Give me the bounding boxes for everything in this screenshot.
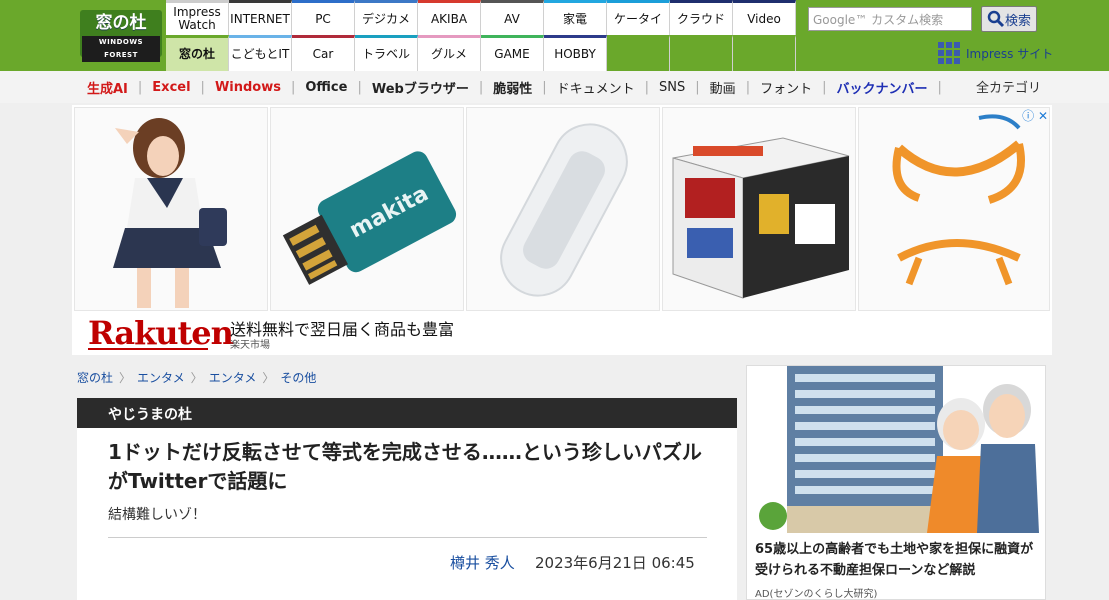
rakuten-logo[interactable]: Rakuten (88, 314, 234, 352)
nav-tab[interactable]: グルメ (418, 35, 481, 71)
category-separator: | (822, 79, 827, 95)
category-separator: | (478, 79, 484, 95)
nav-tab[interactable]: Video (733, 0, 796, 35)
category-link[interactable]: Excel (152, 80, 190, 95)
all-categories-link[interactable]: 全カテゴリ (976, 77, 1041, 96)
category-link[interactable]: ドキュメント (557, 78, 635, 97)
nav-tab[interactable]: 家電 (544, 0, 607, 35)
breadcrumb-item[interactable]: 窓の杜 (77, 369, 113, 386)
ad-product-orange-harness[interactable] (858, 107, 1050, 311)
category-separator: | (644, 79, 650, 95)
nav-tab-active[interactable]: 窓の杜 (166, 35, 229, 71)
category-separator: | (937, 79, 942, 95)
impress-sites-link[interactable]: Impress サイト (938, 42, 1053, 64)
sidebar-ad[interactable]: 65歳以上の高齢者でも土地や家を担保に融資が受けられる不動産担保ローンなど解説 … (746, 365, 1046, 600)
nav-tab[interactable]: Impress Watch (166, 0, 229, 35)
category-link[interactable]: Windows (215, 80, 281, 95)
category-separator: | (745, 79, 751, 95)
series-banner[interactable]: やじうまの杜 (77, 398, 737, 428)
nav-tab[interactable]: こどもとIT (229, 35, 292, 71)
nav-tab[interactable]: ケータイ (607, 0, 670, 35)
top-header: 窓の杜 WINDOWS FOREST Impress Watch INTERNET… (0, 0, 1109, 71)
chevron-right-icon: 〉 (262, 371, 275, 385)
sidebar-ad-image[interactable] (755, 366, 1039, 533)
search-input[interactable]: Google™ カスタム検索 (808, 7, 972, 31)
category-link[interactable]: Webブラウザー (372, 78, 469, 97)
rakuten-logo-underline (88, 348, 208, 350)
nav-tab[interactable]: トラベル (355, 35, 418, 71)
category-link[interactable]: 生成AI (87, 78, 128, 97)
site-nav-tabs: Impress Watch INTERNET PC デジカメ AKIBA AV 家電 ケータイ… (166, 0, 796, 71)
nav-tab[interactable]: INTERNET (229, 0, 292, 35)
ad-product-clear-sleeve[interactable] (466, 107, 660, 311)
nav-tab-empty (733, 35, 796, 71)
logo-sub-text: WINDOWS FOREST (82, 36, 160, 62)
category-separator: | (695, 79, 700, 95)
nav-tab-empty (607, 35, 670, 71)
nav-tab[interactable]: AKIBA (418, 0, 481, 35)
impress-sites-label: Impress サイト (966, 46, 1054, 61)
category-link[interactable]: 脆弱性 (493, 78, 532, 97)
category-link[interactable]: 動画 (710, 78, 736, 97)
ad-product-famicom-box[interactable] (662, 107, 856, 311)
nav-tab[interactable]: PC (292, 0, 355, 35)
nav-tab[interactable]: デジカメ (355, 0, 418, 35)
ad-product-usb-adapter[interactable]: makita (270, 107, 464, 311)
category-link[interactable]: SNS (659, 80, 685, 95)
article-subtitle: 結構難しいゾ！ (108, 507, 206, 523)
article-header: やじうまの杜 1ドットだけ反転させて等式を完成させる……という珍しいパズルがTw… (77, 398, 737, 600)
rakuten-ad-banner[interactable]: makita ⓘ ✕ Rakuten 送料無料で翌日届く商品も豊富 楽天市場 (72, 105, 1052, 355)
nav-tab[interactable]: Car (292, 35, 355, 71)
sidebar-ad-source: AD(セゾンのくらし大研究) (755, 589, 878, 600)
nav-tab[interactable]: クラウド (670, 0, 733, 35)
divider (108, 537, 707, 538)
category-separator: | (357, 79, 362, 95)
breadcrumb-item[interactable]: その他 (280, 369, 316, 386)
nav-tab[interactable]: AV (481, 0, 544, 35)
sidebar-ad-text[interactable]: 65歳以上の高齢者でも土地や家を担保に融資が受けられる不動産担保ローンなど解説 (755, 539, 1039, 581)
search-button-label: 検索 (1004, 13, 1031, 29)
ad-source: 楽天市場 (230, 340, 270, 351)
ad-info-close-icon[interactable]: ⓘ ✕ (1022, 107, 1048, 124)
search-button[interactable]: 検索 (981, 6, 1037, 32)
category-link[interactable]: Office (305, 80, 347, 95)
category-separator: | (542, 79, 547, 95)
article-title: 1ドットだけ反転させて等式を完成させる……という珍しいパズルがTwitterで話… (108, 440, 702, 493)
category-separator: | (290, 79, 296, 95)
grid-icon (938, 42, 960, 64)
nav-tab[interactable]: HOBBY (544, 35, 607, 71)
site-logo[interactable]: 窓の杜 WINDOWS FOREST (80, 10, 162, 62)
chevron-right-icon: 〉 (119, 371, 132, 385)
author-link[interactable]: 樽井 秀人 (450, 552, 515, 573)
nav-tab[interactable]: GAME (481, 35, 544, 71)
category-bar: 生成AI | Excel | Windows | Office | Webブラウザー | 脆弱性 | ド… (0, 71, 1109, 103)
category-link[interactable]: バックナンバー (836, 78, 927, 97)
logo-main-text: 窓の杜 (95, 13, 147, 33)
nav-tab-empty (670, 35, 733, 71)
search-icon (987, 10, 1005, 28)
breadcrumb: 窓の杜〉エンタメ〉エンタメ〉その他 (77, 369, 322, 386)
breadcrumb-item[interactable]: エンタメ (209, 369, 257, 386)
category-separator: | (137, 79, 143, 95)
ad-product-figure[interactable] (74, 107, 268, 311)
breadcrumb-item[interactable]: エンタメ (137, 369, 185, 386)
category-separator: | (200, 79, 205, 95)
category-link[interactable]: フォント (760, 78, 812, 97)
publish-date: 2023年6月21日 06:45 (535, 554, 695, 572)
chevron-right-icon: 〉 (190, 371, 203, 385)
